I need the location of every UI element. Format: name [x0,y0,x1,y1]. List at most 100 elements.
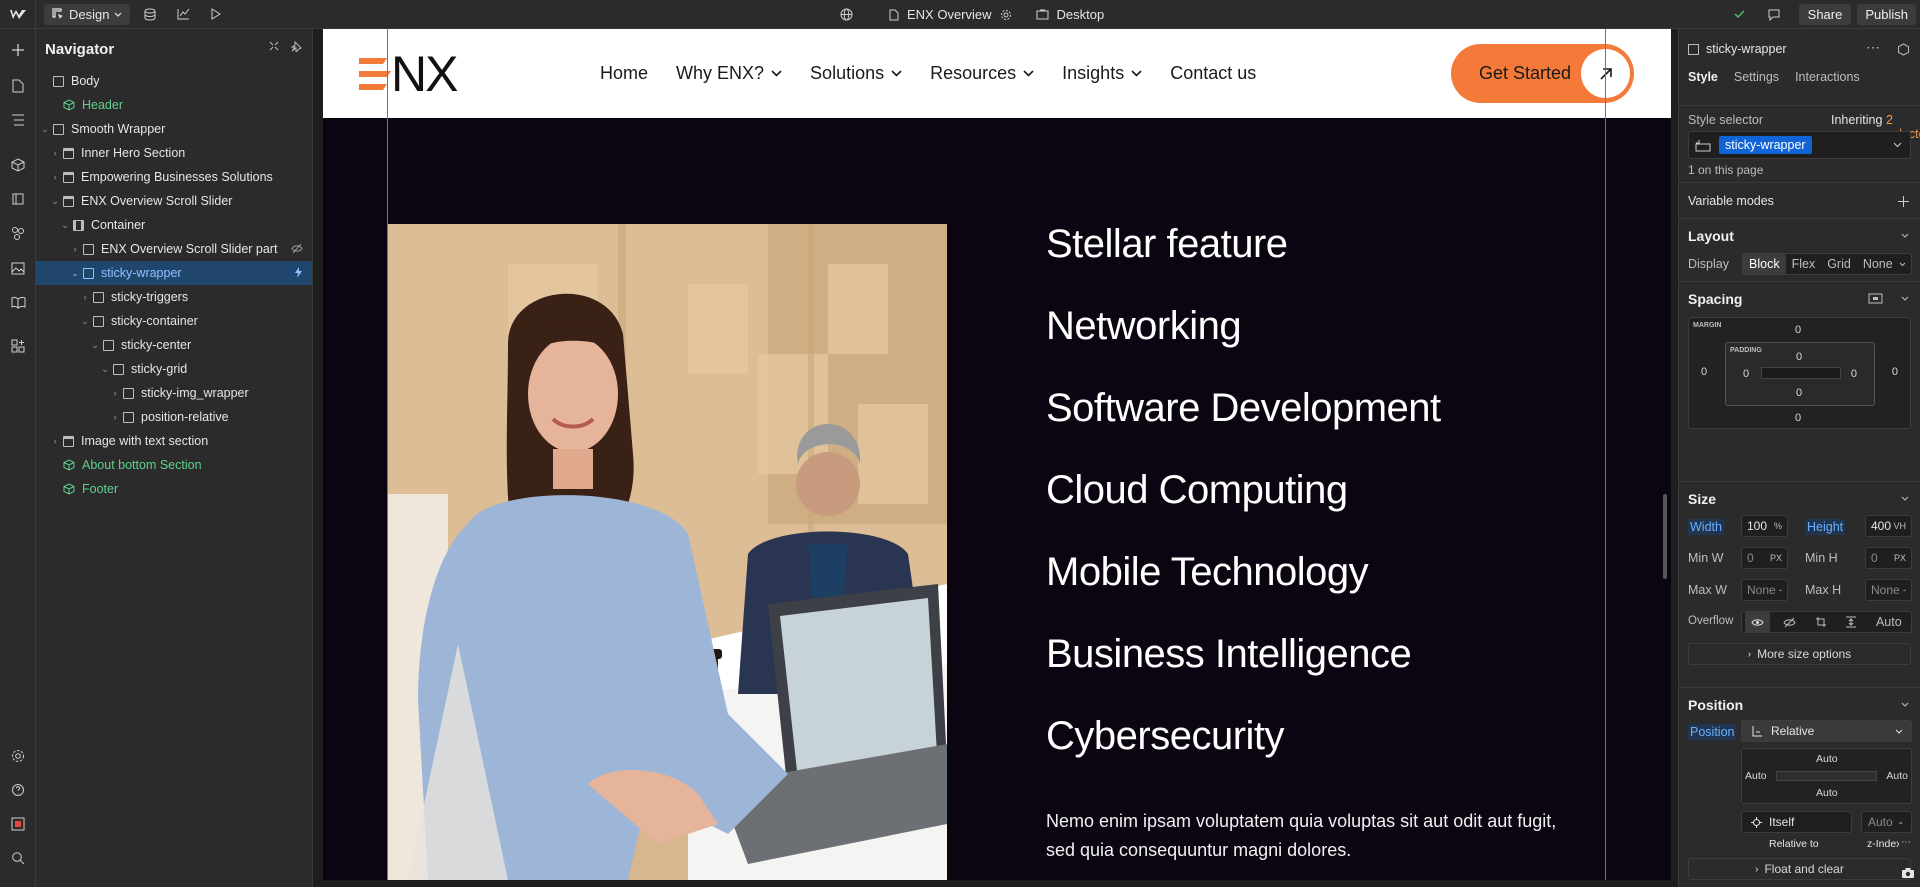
margin-bottom-value[interactable]: 0 [1795,412,1801,424]
tree-item-inner-hero[interactable]: › Inner Hero Section [36,141,312,165]
height-field[interactable]: 400 VH [1865,515,1912,537]
chevron-right-icon[interactable]: › [50,141,60,165]
spacing-mode-icon[interactable] [1868,293,1883,304]
feature-description[interactable]: Nemo enim ipsam voluptatem quia voluptas… [1046,807,1586,865]
tree-item-empowering[interactable]: › Empowering Businesses Solutions [36,165,312,189]
component-icon[interactable] [1897,43,1910,56]
library-icon[interactable] [8,292,28,312]
canvas-scrollbar[interactable] [1663,494,1667,579]
tree-item-sticky-wrapper[interactable]: ⌄ sticky-wrapper [36,261,312,285]
margin-right-value[interactable]: 0 [1892,366,1898,378]
comment-icon[interactable] [1767,8,1781,21]
chevron-down-icon[interactable] [1901,702,1909,707]
margin-top-value[interactable]: 0 [1795,324,1801,336]
cms-collections-icon[interactable] [8,189,28,209]
design-mode-dropdown[interactable]: Design [44,3,131,25]
height-unit[interactable]: VH [1893,521,1906,531]
tree-item-body[interactable]: Body [36,69,312,93]
selector-field[interactable]: sticky-wrapper [1688,131,1911,159]
chevron-right-icon[interactable]: › [110,405,120,429]
search-icon[interactable] [8,848,28,868]
help-icon[interactable] [8,780,28,800]
chevron-down-icon[interactable]: ⌄ [40,117,50,141]
min-width-field[interactable]: 0 PX [1741,547,1788,569]
chevron-down-icon[interactable]: ⌄ [60,213,70,237]
chevron-right-icon[interactable]: › [80,285,90,309]
min-width-unit[interactable]: PX [1770,553,1782,563]
tree-item-container[interactable]: ⌄ Container [36,213,312,237]
size-title[interactable]: Size [1688,491,1716,507]
tree-item-scroll-slider-part[interactable]: › ENX Overview Scroll Slider part [36,237,312,261]
hero-image[interactable] [388,224,947,880]
globe-icon[interactable] [840,8,853,21]
menu-item-contact[interactable]: Contact us [1170,63,1256,84]
link-icon[interactable]: ⋯ [1901,837,1911,848]
overflow-clip-icon[interactable] [1839,612,1863,632]
breakpoint-label[interactable]: Desktop [1057,7,1105,22]
max-width-unit[interactable]: - [1779,585,1782,595]
pages-icon[interactable] [8,76,28,96]
padding-box[interactable]: PADDING 0 0 0 0 [1725,342,1875,406]
settings-icon[interactable] [8,746,28,766]
min-height-field[interactable]: 0 PX [1865,547,1912,569]
max-height-field[interactable]: None - [1865,579,1912,601]
selector-chip[interactable]: sticky-wrapper [1719,136,1812,154]
display-none-option[interactable]: None [1857,254,1899,274]
overflow-auto-option[interactable]: Auto [1870,612,1908,632]
chevron-down-icon[interactable] [1901,296,1909,301]
site-logo[interactable]: NX [357,49,458,99]
min-height-unit[interactable]: PX [1894,553,1906,563]
chevron-right-icon[interactable]: › [50,165,60,189]
max-height-unit[interactable]: - [1903,585,1906,595]
menu-item-resources[interactable]: Resources [930,63,1034,84]
feature-item[interactable]: Business Intelligence [1046,629,1441,711]
overflow-hidden-icon[interactable] [1777,612,1802,632]
add-icon[interactable] [1898,196,1909,207]
tree-item-sticky-img-wrapper[interactable]: › sticky-img_wrapper [36,381,312,405]
position-title[interactable]: Position [1688,697,1743,713]
chevron-down-icon[interactable] [1893,142,1902,148]
feature-item[interactable]: Networking [1046,301,1441,383]
menu-item-insights[interactable]: Insights [1062,63,1142,84]
margin-left-value[interactable]: 0 [1701,366,1707,378]
page-name[interactable]: ENX Overview [907,7,992,22]
gear-icon[interactable] [1000,9,1012,21]
position-dropdown[interactable]: Relative [1741,720,1912,742]
tree-item-footer[interactable]: Footer [36,477,312,501]
menu-item-why-enx[interactable]: Why ENX? [676,63,782,84]
tab-style[interactable]: Style [1688,70,1718,84]
layout-title[interactable]: Layout [1688,228,1734,244]
tree-item-smooth-wrapper[interactable]: ⌄ Smooth Wrapper [36,117,312,141]
analyze-button[interactable] [170,0,196,29]
assets-icon[interactable] [8,258,28,278]
width-label[interactable]: Width [1688,519,1724,535]
height-label[interactable]: Height [1805,519,1846,535]
tree-item-sticky-container[interactable]: ⌄ sticky-container [36,309,312,333]
tree-item-position-relative[interactable]: › position-relative [36,405,312,429]
tree-item-sticky-triggers[interactable]: › sticky-triggers [36,285,312,309]
share-button[interactable]: Share [1798,4,1852,25]
feature-item[interactable]: Cybersecurity [1046,711,1441,793]
apps-icon[interactable] [8,336,28,356]
tree-item-header[interactable]: Header [36,93,312,117]
more-options-icon[interactable]: ⋯ [1866,39,1880,56]
padding-right-value[interactable]: 0 [1851,368,1857,380]
tree-item-image-with-text[interactable]: › Image with text section [36,429,312,453]
padding-left-value[interactable]: 0 [1743,368,1749,380]
add-icon[interactable] [8,40,28,60]
spacing-title[interactable]: Spacing [1688,291,1742,307]
record-icon[interactable] [8,814,28,834]
camera-icon[interactable] [1901,867,1915,879]
design-canvas[interactable]: NX Home Why ENX? Solutions Resources Ins… [313,29,1671,887]
tab-settings[interactable]: Settings [1734,70,1779,84]
feature-item[interactable]: Stellar feature [1046,219,1441,301]
chevron-right-icon[interactable]: › [50,429,60,453]
chevron-down-icon[interactable] [1899,262,1906,267]
menu-item-solutions[interactable]: Solutions [810,63,902,84]
position-right-value[interactable]: Auto [1886,770,1908,782]
variables-icon[interactable] [8,223,28,243]
lightning-icon[interactable] [294,267,303,278]
float-clear-button[interactable]: › Float and clear [1688,858,1911,880]
chevron-right-icon[interactable]: › [110,381,120,405]
feature-item[interactable]: Software Development [1046,383,1441,465]
